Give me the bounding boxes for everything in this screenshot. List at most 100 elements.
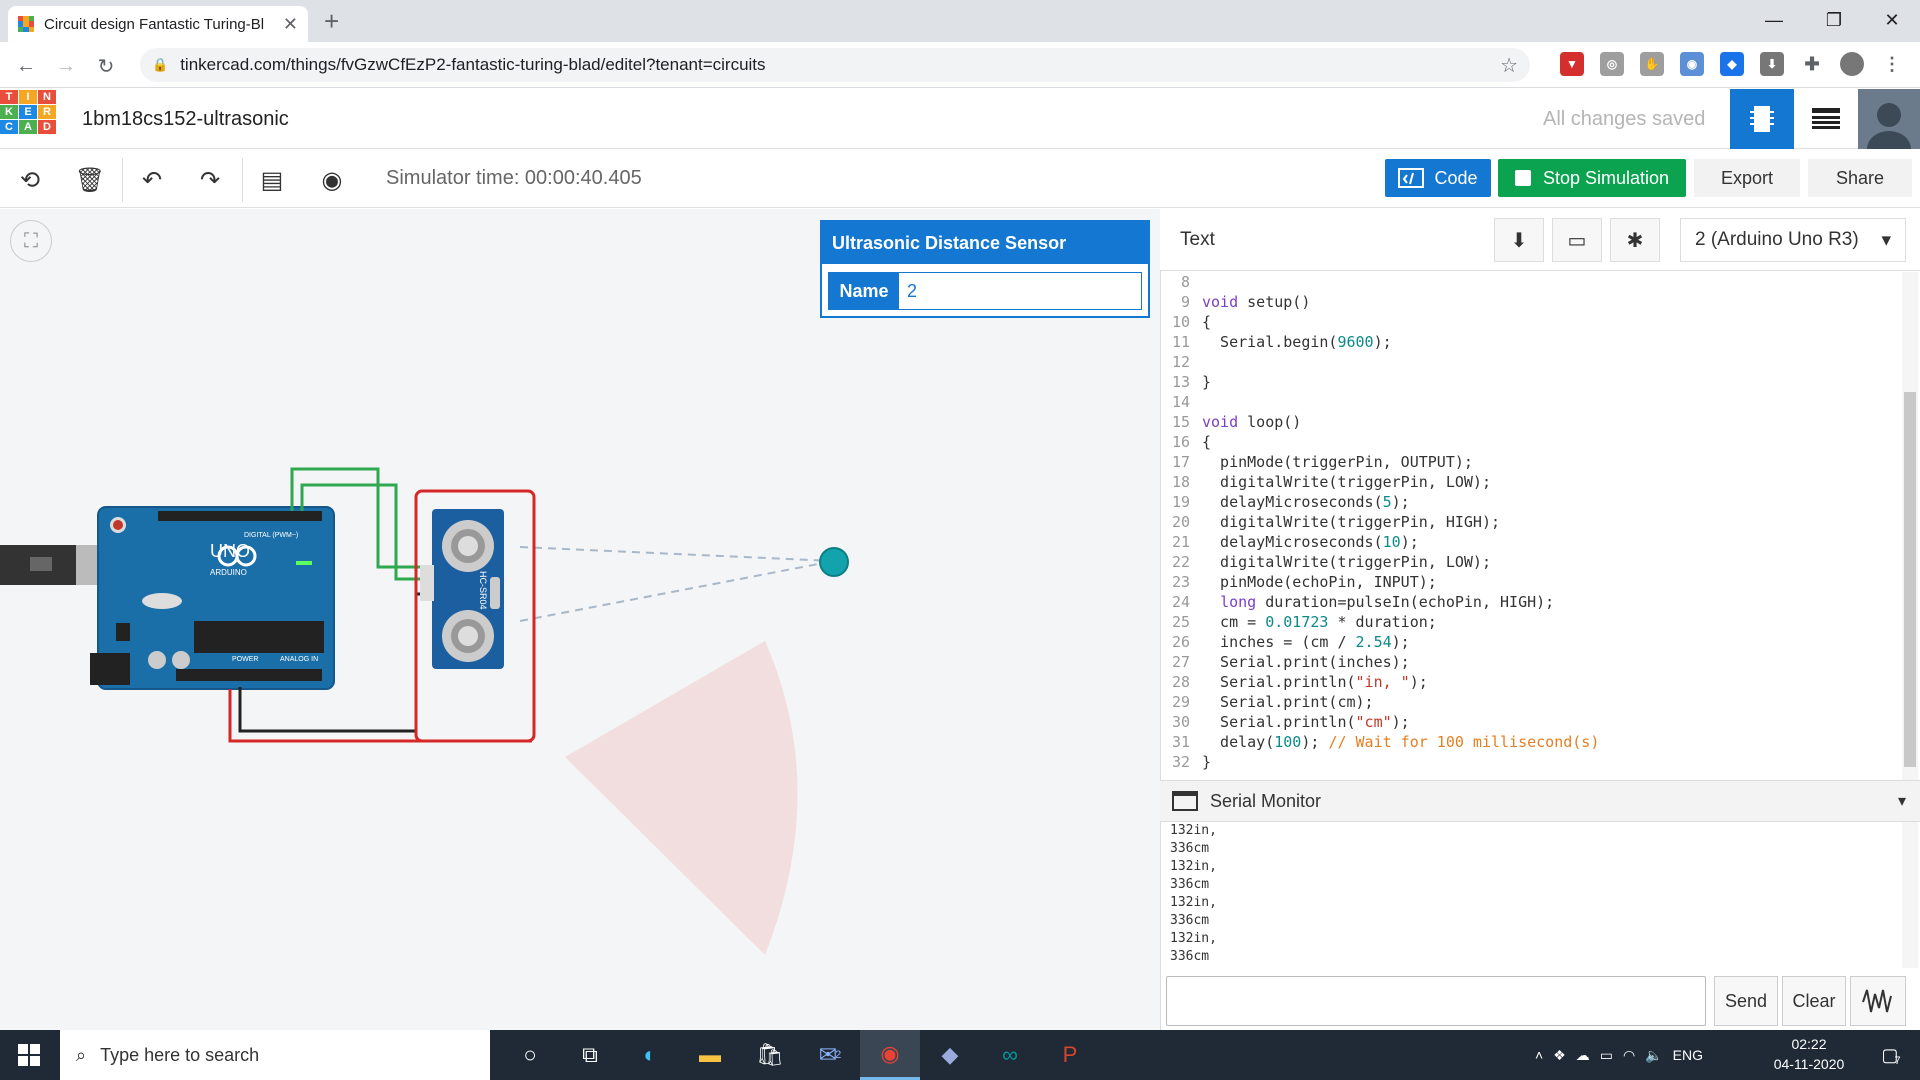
code-line[interactable]: 30 Serial.println("cm"); — [1162, 712, 1902, 732]
code-line[interactable]: 16 { — [1162, 432, 1902, 452]
powerpoint-icon[interactable]: P — [1040, 1030, 1100, 1080]
taskbar-clock[interactable]: 02:22 04-11-2020 — [1764, 1034, 1854, 1074]
debugger-bug-icon[interactable]: ✱ — [1610, 218, 1660, 262]
redo-icon[interactable]: ↷ — [188, 158, 232, 202]
code-line[interactable]: 14 — [1162, 392, 1902, 412]
code-scrollbar-thumb[interactable] — [1904, 392, 1916, 767]
profile-avatar-icon[interactable] — [1840, 52, 1864, 76]
app-icon[interactable]: ◆ — [920, 1030, 980, 1080]
chevron-up-icon[interactable]: ˄ — [1535, 1047, 1543, 1063]
share-button[interactable]: Share — [1808, 159, 1912, 197]
new-tab-icon[interactable]: + — [324, 6, 339, 36]
collapse-chevron-icon[interactable]: ▾ — [1898, 791, 1906, 811]
circuit-view-button[interactable] — [1730, 89, 1794, 149]
screenshot-extension-icon[interactable]: ◉ — [1680, 52, 1704, 76]
extension-icon[interactable]: ◎ — [1600, 52, 1624, 76]
onedrive-icon[interactable]: ☁ — [1576, 1047, 1590, 1064]
library-icon[interactable]: ▭ — [1552, 218, 1602, 262]
cortana-icon[interactable]: ○ — [500, 1030, 560, 1080]
code-button[interactable]: Code — [1385, 159, 1491, 197]
chrome-icon[interactable]: ◉ — [860, 1030, 920, 1080]
visibility-eye-icon[interactable]: ◉ — [310, 158, 354, 202]
user-avatar[interactable] — [1858, 89, 1920, 149]
code-line[interactable]: 23 pinMode(echoPin, INPUT); — [1162, 572, 1902, 592]
code-line[interactable]: 31 delay(100); // Wait for 100 milliseco… — [1162, 732, 1902, 752]
code-line[interactable]: 26 inches = (cm / 2.54); — [1162, 632, 1902, 652]
tinkercad-logo[interactable]: T I N K E R C A D — [0, 90, 56, 146]
hc-sr04-sensor[interactable]: HC-SR04 — [420, 509, 504, 669]
stop-simulation-button[interactable]: Stop Simulation — [1498, 159, 1686, 197]
serial-scrollbar[interactable] — [1902, 822, 1918, 968]
arduino-uno-board[interactable]: UNO ARDUINO DIGITAL (PWM~) POWER ANALOG … — [90, 506, 335, 690]
volume-icon[interactable]: 🔈 — [1645, 1047, 1662, 1064]
language-indicator[interactable]: ENG — [1673, 1047, 1703, 1063]
code-line[interactable]: 32} — [1162, 752, 1902, 772]
notes-icon[interactable]: ▤ — [250, 158, 294, 202]
target-object-handle[interactable] — [819, 547, 849, 577]
minimize-icon[interactable]: — — [1746, 0, 1802, 40]
code-line[interactable]: 25 cm = 0.01723 * duration; — [1162, 612, 1902, 632]
rotate-icon[interactable]: ⟲ — [8, 158, 52, 202]
close-tab-icon[interactable]: ✕ — [283, 14, 298, 35]
reload-icon[interactable]: ↻ — [90, 50, 122, 82]
red-wire[interactable] — [228, 689, 532, 743]
serial-monitor-header[interactable]: Serial Monitor ▾ — [1160, 780, 1920, 822]
name-input[interactable]: 2 — [899, 273, 1141, 309]
extension-icon[interactable]: ✋ — [1640, 52, 1664, 76]
code-line[interactable]: 9 void setup() — [1162, 292, 1902, 312]
graph-toggle-button[interactable] — [1850, 976, 1906, 1026]
browser-menu-icon[interactable]: ⋮ — [1880, 52, 1904, 76]
send-button[interactable]: Send — [1714, 976, 1778, 1026]
code-line[interactable]: 13} — [1162, 372, 1902, 392]
browser-tab[interactable]: Circuit design Fantastic Turing-Bl ✕ — [8, 6, 308, 42]
delete-trash-icon[interactable]: 🗑 — [68, 158, 112, 202]
arduino-ide-icon[interactable]: ∞ — [980, 1030, 1040, 1080]
store-icon[interactable]: 🛍 — [740, 1030, 800, 1080]
wifi-icon[interactable]: ◠ — [1623, 1047, 1635, 1064]
code-line[interactable]: 8 — [1162, 272, 1902, 292]
code-line[interactable]: 29 Serial.print(cm); — [1162, 692, 1902, 712]
code-line[interactable]: 15 void loop() — [1162, 412, 1902, 432]
dropbox-icon[interactable]: ❖ — [1553, 1047, 1566, 1064]
code-line[interactable]: 21 delayMicroseconds(10); — [1162, 532, 1902, 552]
url-bar[interactable]: 🔒 tinkercad.com/things/fvGzwCfEzP2-fanta… — [140, 48, 1530, 82]
undo-icon[interactable]: ↶ — [130, 158, 174, 202]
notification-center-icon[interactable]: ▢ 7 — [1866, 1030, 1916, 1080]
close-window-icon[interactable]: ✕ — [1864, 0, 1920, 40]
code-line[interactable]: 19 delayMicroseconds(5); — [1162, 492, 1902, 512]
code-line[interactable]: 11 Serial.begin(9600); — [1162, 332, 1902, 352]
forward-icon[interactable]: → — [50, 50, 82, 82]
download-code-icon[interactable]: ⬇ — [1494, 218, 1544, 262]
mail-icon[interactable]: ✉ 2 — [800, 1030, 860, 1080]
component-list-button[interactable] — [1794, 89, 1858, 149]
code-editor[interactable]: 8 9 void setup() 10{11 Serial.begin(9600); 1… — [1162, 272, 1902, 780]
windows-start-icon[interactable] — [0, 1030, 58, 1080]
download-extension-icon[interactable]: ⬇ — [1760, 52, 1784, 76]
file-explorer-icon[interactable]: ▬ — [680, 1030, 740, 1080]
code-line[interactable]: 27 Serial.print(inches); — [1162, 652, 1902, 672]
code-line[interactable]: 17 pinMode(triggerPin, OUTPUT); — [1162, 452, 1902, 472]
code-line[interactable]: 28 Serial.println("in, "); — [1162, 672, 1902, 692]
code-line[interactable]: 12 — [1162, 352, 1902, 372]
edge-icon[interactable]: ◐ — [620, 1030, 680, 1080]
pocket-extension-icon[interactable]: ▼ — [1560, 52, 1584, 76]
code-mode-selector[interactable]: Text — [1180, 229, 1215, 251]
puzzle-extensions-icon[interactable]: ✚ — [1800, 52, 1824, 76]
project-name[interactable]: 1bm18cs152-ultrasonic — [82, 108, 289, 131]
clear-button[interactable]: Clear — [1782, 976, 1846, 1026]
code-line[interactable]: 10 { — [1162, 312, 1902, 332]
serial-input[interactable] — [1166, 976, 1706, 1026]
back-icon[interactable]: ← — [10, 50, 42, 82]
task-view-icon[interactable]: ⧉ — [560, 1030, 620, 1080]
code-line[interactable]: 24 long duration=pulseIn(echoPin, HIGH); — [1162, 592, 1902, 612]
restore-icon[interactable]: ❐ — [1806, 0, 1862, 40]
code-line[interactable]: 22 digitalWrite(triggerPin, LOW); — [1162, 552, 1902, 572]
code-line[interactable]: 18 digitalWrite(triggerPin, LOW); — [1162, 472, 1902, 492]
extension-icon[interactable]: ◆ — [1720, 52, 1744, 76]
device-select[interactable]: 2 (Arduino Uno R3) ▾ — [1680, 218, 1906, 262]
battery-icon[interactable]: ▭ — [1600, 1047, 1613, 1064]
code-line[interactable]: 20 digitalWrite(triggerPin, HIGH); — [1162, 512, 1902, 532]
export-button[interactable]: Export — [1694, 159, 1800, 197]
taskbar-search[interactable]: ⌕ Type here to search — [60, 1030, 490, 1080]
bookmark-star-icon[interactable]: ☆ — [1500, 53, 1518, 78]
